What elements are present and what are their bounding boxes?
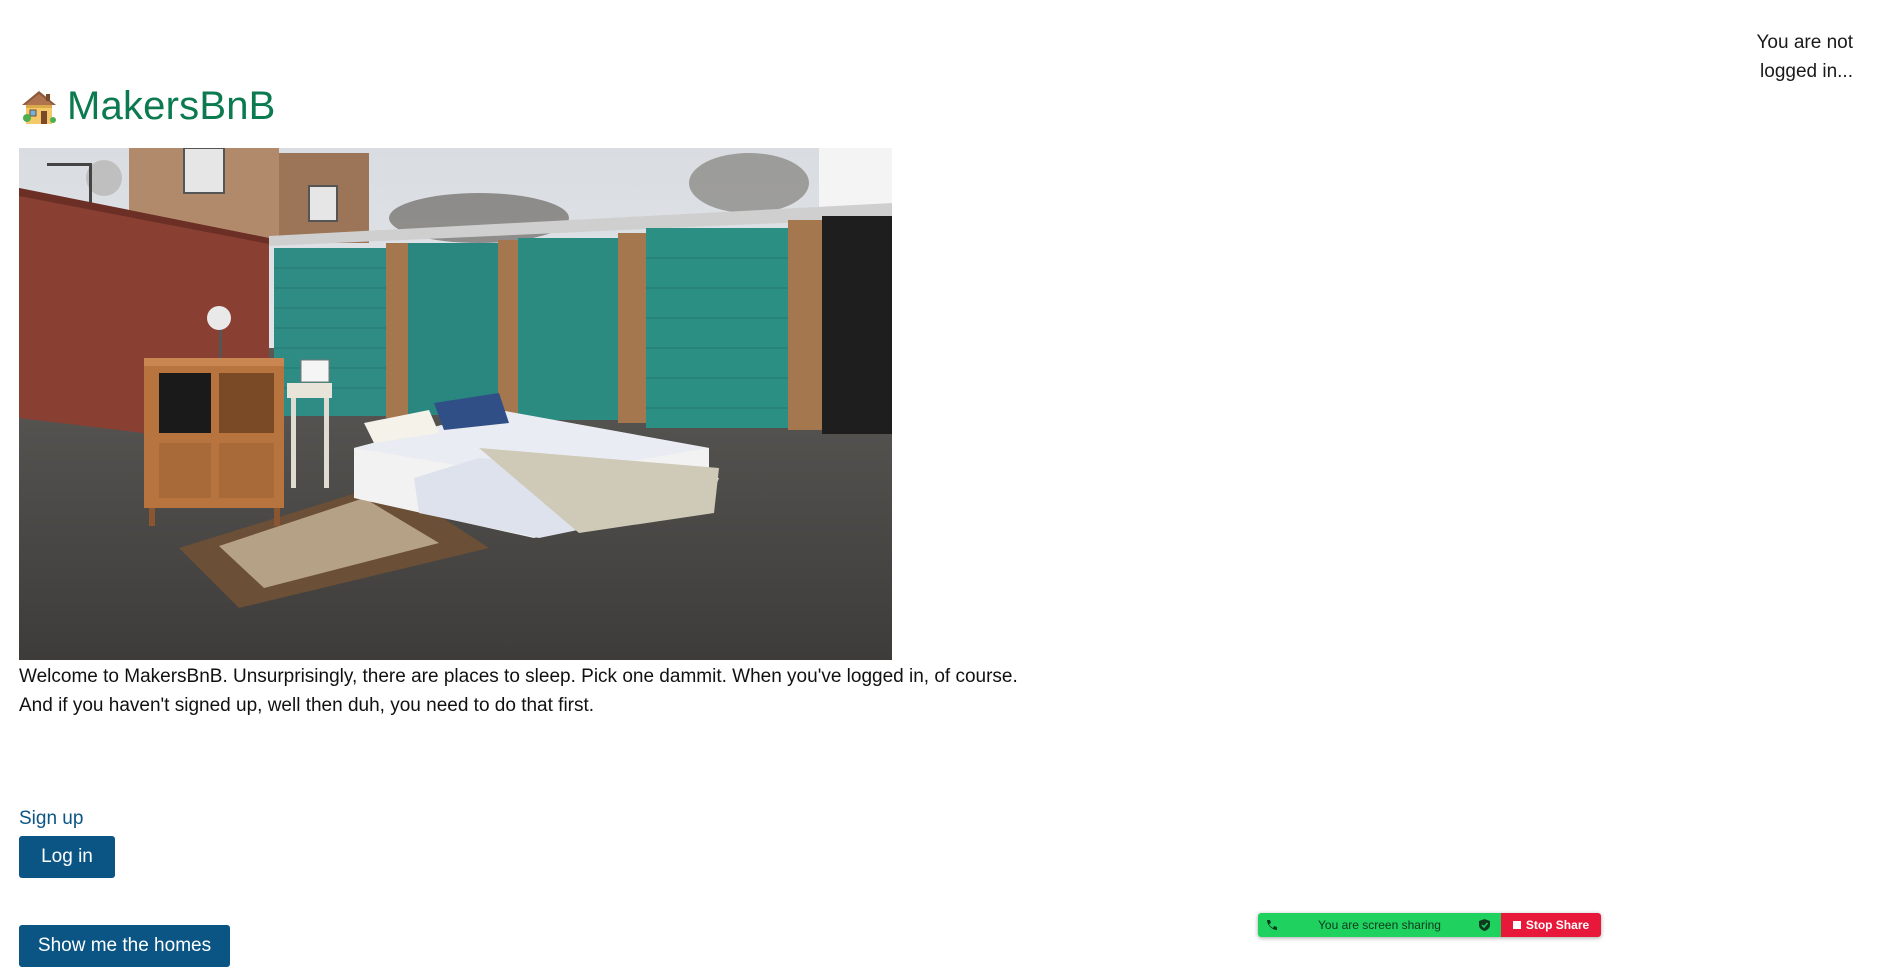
login-button[interactable]: Log in [19, 836, 115, 878]
house-icon [19, 87, 59, 127]
screen-share-bar: You are screen sharing Stop Share [1258, 913, 1601, 937]
stop-share-button[interactable]: Stop Share [1501, 913, 1601, 937]
show-homes-button[interactable]: Show me the homes [19, 925, 230, 967]
hero-image [19, 148, 892, 660]
stop-icon [1512, 921, 1521, 929]
stop-share-label: Stop Share [1525, 918, 1590, 932]
site-title: MakersBnB [19, 84, 276, 129]
shield-icon [1478, 918, 1491, 935]
screen-share-status: You are screen sharing [1258, 913, 1501, 937]
login-status: You are not logged in... [1756, 32, 1854, 82]
welcome-line-2: And if you haven't signed up, well then … [19, 695, 595, 716]
welcome-message: Welcome to MakersBnB. Unsurprisingly, th… [19, 662, 1019, 720]
signup-link[interactable]: Sign up [19, 808, 83, 830]
welcome-line-1: Welcome to MakersBnB. Unsurprisingly, th… [19, 666, 1018, 687]
site-title-text: MakersBnB [67, 84, 276, 128]
page: You are not logged in... MakersBnB Welco… [0, 0, 1883, 970]
phone-icon [1265, 918, 1279, 935]
screen-share-text: You are screen sharing [1318, 918, 1441, 932]
